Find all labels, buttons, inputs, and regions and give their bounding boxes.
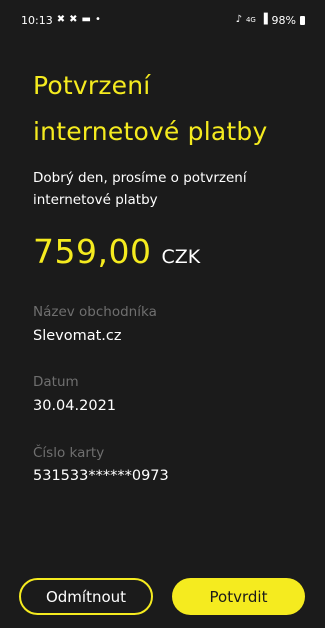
date-label: Datum xyxy=(33,374,79,390)
card-number: 531533******0973 xyxy=(33,468,169,484)
tools-icon: ✖ xyxy=(69,14,78,25)
dot-icon: • xyxy=(94,14,101,25)
confirm-button[interactable]: Potvrdit xyxy=(172,578,305,615)
merchant-label: Název obchodníka xyxy=(33,304,157,320)
battery-percent: 98% xyxy=(271,13,296,27)
tools-icon: ✖ xyxy=(56,14,66,25)
status-time: 10:13 xyxy=(21,13,53,27)
battery-icon xyxy=(300,15,305,25)
page-title-line2: internetové platby xyxy=(33,117,268,146)
status-bar: 10:13 ✖ ✖ ▬ • ♪ 4G ▐ 98% xyxy=(0,0,325,40)
page-title: Potvrzení internetové platby xyxy=(33,63,313,155)
currency-code: CZK xyxy=(161,246,201,268)
signal-icon: ▐ xyxy=(259,14,268,25)
merchant-value: Slevomat.cz xyxy=(33,328,122,344)
amount-row: 759,00 CZK xyxy=(33,232,200,271)
card-label: Číslo karty xyxy=(33,445,105,461)
mute-icon: ♪ xyxy=(235,14,242,25)
date-value: 30.04.2021 xyxy=(33,398,117,414)
reject-button[interactable]: Odmítnout xyxy=(19,578,153,615)
message-icon: ▬ xyxy=(81,14,91,25)
signal-text: 4G xyxy=(245,15,256,24)
greeting-text: Dobrý den, prosíme o potvrzení interneto… xyxy=(33,170,247,208)
amount-value: 759,00 xyxy=(33,232,152,271)
page-title-line1: Potvrzení xyxy=(33,71,151,100)
status-left: 10:13 ✖ ✖ ▬ • xyxy=(21,14,101,27)
status-right: ♪ 4G ▐ 98% xyxy=(236,14,305,27)
